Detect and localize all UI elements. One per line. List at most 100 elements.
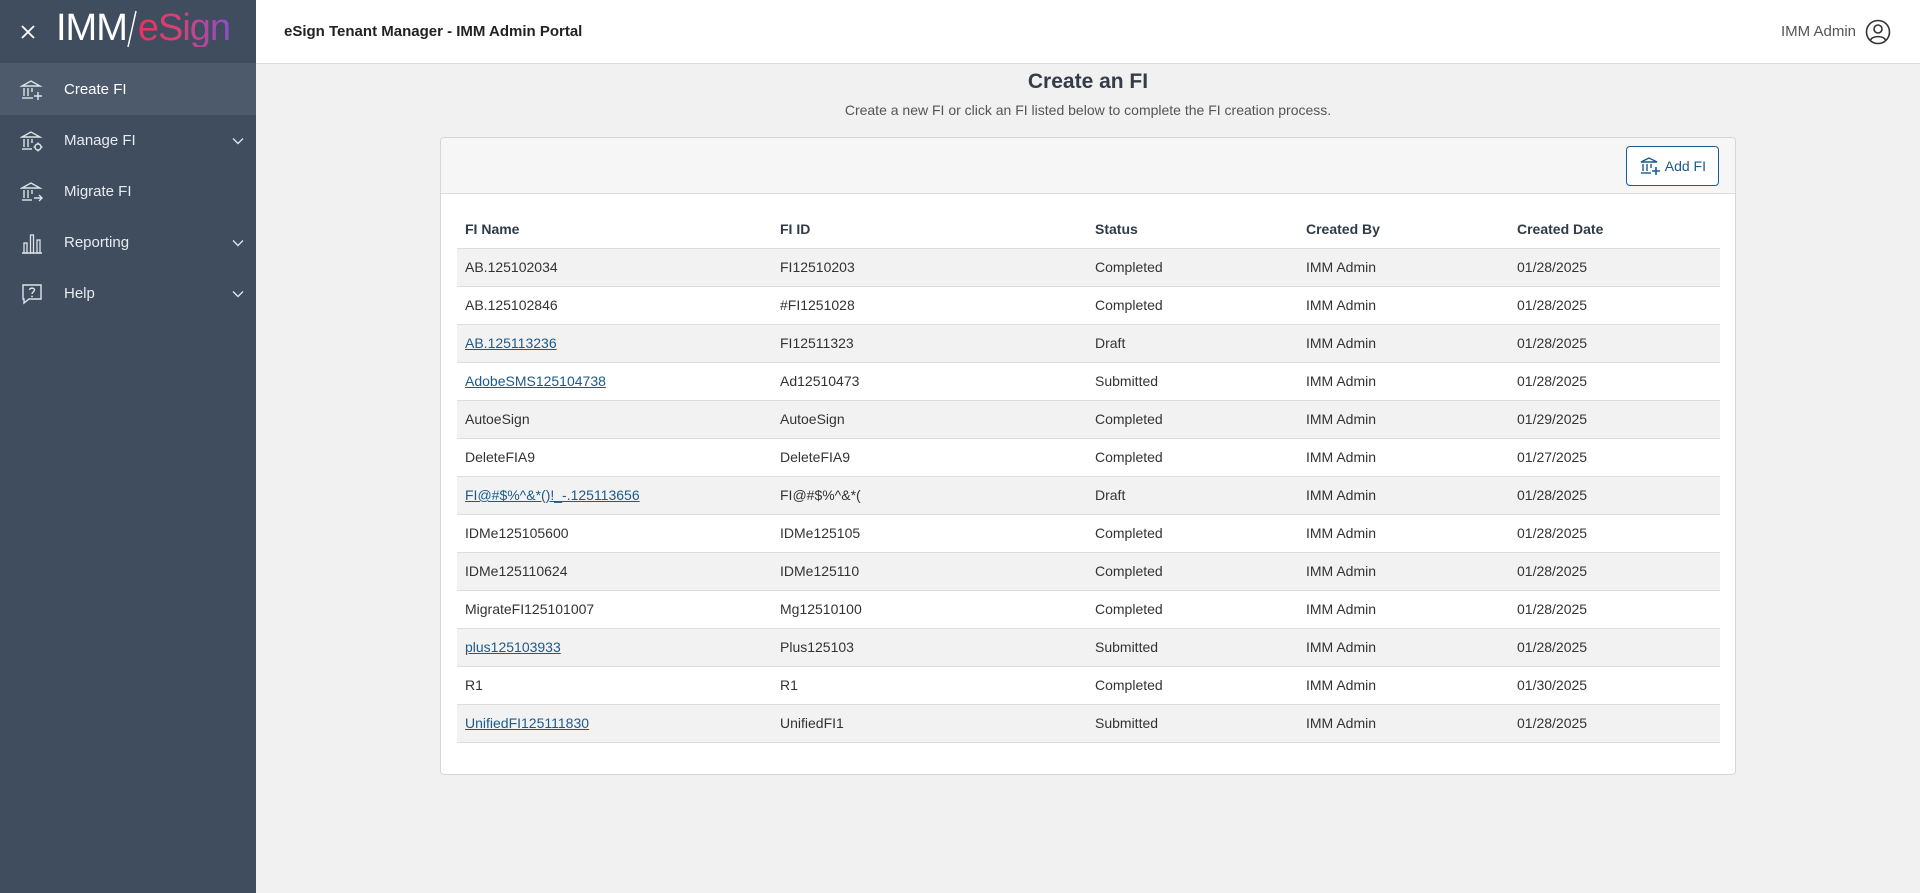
- portal-title: eSign Tenant Manager - IMM Admin Portal: [284, 23, 583, 40]
- user-name: IMM Admin: [1780, 23, 1856, 40]
- sidebar-item-label: Create FI: [64, 81, 127, 98]
- cell-status: Draft: [1087, 476, 1298, 515]
- table-row: IDMe125110624 IDMe125110 Completed IMM Admi…: [457, 552, 1720, 591]
- fi-name-link[interactable]: UnifiedFI125111830: [465, 715, 589, 731]
- table-row[interactable]: UnifiedFI125111830 UnifiedFI1 Submitted IMM…: [457, 704, 1720, 743]
- sidebar-item-label: Help: [64, 285, 95, 302]
- table-row: MigrateFI125101007 Mg12510100 Completed IMM…: [457, 590, 1720, 629]
- fi-name-link[interactable]: AB.125113236: [465, 335, 557, 351]
- page-title: Create an FI: [1027, 70, 1149, 93]
- fi-table: FI Name FI ID Status Created By Created …: [457, 210, 1720, 743]
- bank-arrow-icon: [20, 180, 44, 204]
- cell-fi-id: Ad12510473: [772, 362, 1087, 401]
- close-menu-button[interactable]: [0, 0, 56, 64]
- cell-created-by: IMM Admin: [1298, 704, 1509, 743]
- logo-esign-text: eSign: [137, 6, 231, 49]
- add-fi-label: Add FI: [1664, 157, 1706, 174]
- cell-fi-name: plus125103933: [457, 628, 772, 667]
- column-header-created-date[interactable]: Created Date: [1509, 210, 1720, 249]
- fi-list-card: Add FI FI Name FI ID Status Created By C…: [440, 137, 1736, 775]
- cell-created-by: IMM Admin: [1298, 248, 1509, 287]
- cell-created-by: IMM Admin: [1298, 628, 1509, 667]
- cell-fi-name: AB.125113236: [457, 324, 772, 363]
- cell-fi-name: UnifiedFI125111830: [457, 704, 772, 743]
- bar-chart-icon: [20, 231, 44, 255]
- cell-created-by: IMM Admin: [1298, 590, 1509, 629]
- cell-status: Draft: [1087, 324, 1298, 363]
- bank-plus-icon: [20, 78, 44, 102]
- cell-fi-id: UnifiedFI1: [772, 704, 1087, 743]
- cell-created-date: 01/28/2025: [1509, 324, 1720, 363]
- sidebar-item-label: Reporting: [64, 234, 130, 251]
- cell-fi-id: #FI1251028: [772, 286, 1087, 325]
- logo-slash: [127, 10, 137, 47]
- fi-name-link[interactable]: FI@#$%^&*()!_-.125113656: [465, 487, 640, 503]
- table-row[interactable]: AB.125113236 FI12511323 Draft IMM Admin 01/2…: [457, 324, 1720, 363]
- cell-status: Submitted: [1087, 704, 1298, 743]
- page-heading: Create an FI Create a new FI or click an…: [256, 70, 1920, 118]
- user-menu[interactable]: IMM Admin: [1781, 18, 1892, 46]
- cell-fi-name: MigrateFI125101007: [457, 590, 772, 629]
- sidebar-header: IMM eSign: [0, 0, 256, 64]
- cell-fi-id: IDMe125105: [772, 514, 1087, 553]
- sidebar-item-migrate-fi[interactable]: Migrate FI: [0, 166, 256, 217]
- chevron-down-icon: [220, 290, 256, 298]
- sidebar-item-label: Manage FI: [64, 132, 136, 149]
- add-fi-button[interactable]: Add FI: [1625, 145, 1719, 186]
- cell-status: Completed: [1087, 590, 1298, 629]
- cell-created-date: 01/28/2025: [1509, 628, 1720, 667]
- cell-created-by: IMM Admin: [1298, 552, 1509, 591]
- sidebar-item-manage-fi[interactable]: Manage FI: [0, 115, 256, 166]
- cell-status: Completed: [1087, 400, 1298, 439]
- column-header-status[interactable]: Status: [1087, 210, 1298, 249]
- cell-fi-name: IDMe125105600: [457, 514, 772, 553]
- cell-fi-name: AB.125102846: [457, 286, 772, 325]
- cell-status: Completed: [1087, 438, 1298, 477]
- sidebar-item-help[interactable]: Help: [0, 268, 256, 319]
- cell-fi-id: Plus125103: [772, 628, 1087, 667]
- imm-esign-logo: IMM eSign: [56, 6, 231, 49]
- table-row[interactable]: AdobeSMS125104738 Ad12510473 Submitted IMM …: [457, 362, 1720, 401]
- table-row: IDMe125105600 IDMe125105 Completed IMM Admi…: [457, 514, 1720, 553]
- cell-fi-id: R1: [772, 666, 1087, 705]
- chevron-down-icon: [220, 137, 256, 145]
- cell-status: Submitted: [1087, 362, 1298, 401]
- cell-fi-id: FI12510203: [772, 248, 1087, 287]
- cell-created-date: 01/30/2025: [1509, 666, 1720, 705]
- logo-imm-text: IMM: [56, 6, 128, 49]
- cell-status: Completed: [1087, 552, 1298, 591]
- cell-created-by: IMM Admin: [1298, 438, 1509, 477]
- table-body: AB.125102034 FI12510203 Completed IMM Admin…: [457, 248, 1720, 743]
- column-header-created-by[interactable]: Created By: [1298, 210, 1509, 249]
- cell-created-date: 01/28/2025: [1509, 286, 1720, 325]
- cell-created-date: 01/28/2025: [1509, 552, 1720, 591]
- cell-created-by: IMM Admin: [1298, 324, 1509, 363]
- table-row[interactable]: plus125103933 Plus125103 Submitted IMM Admi…: [457, 628, 1720, 667]
- column-header-fi-id[interactable]: FI ID: [772, 210, 1087, 249]
- cell-fi-id: AutoeSign: [772, 400, 1087, 439]
- cell-created-date: 01/29/2025: [1509, 400, 1720, 439]
- cell-created-by: IMM Admin: [1298, 666, 1509, 705]
- page-subtitle: Create a new FI or click an FI listed be…: [844, 102, 1332, 118]
- sidebar-item-create-fi[interactable]: Create FI: [0, 64, 256, 115]
- close-icon: [21, 24, 35, 39]
- column-header-fi-name[interactable]: FI Name: [457, 210, 772, 249]
- table-header-row: FI Name FI ID Status Created By Created …: [457, 210, 1720, 249]
- cell-fi-id: Mg12510100: [772, 590, 1087, 629]
- cell-fi-name: R1: [457, 666, 772, 705]
- table-row: R1 R1 Completed IMM Admin 01/30/2025: [457, 666, 1720, 705]
- cell-fi-id: FI12511323: [772, 324, 1087, 363]
- sidebar-nav: Create FI Manage FI Migrate FI Reporting Hel…: [0, 64, 256, 319]
- cell-status: Completed: [1087, 514, 1298, 553]
- cell-status: Submitted: [1087, 628, 1298, 667]
- fi-name-link[interactable]: plus125103933: [465, 639, 561, 655]
- fi-name-link[interactable]: AdobeSMS125104738: [465, 373, 606, 389]
- cell-fi-name: AdobeSMS125104738: [457, 362, 772, 401]
- table-row: AB.125102034 FI12510203 Completed IMM Admin…: [457, 248, 1720, 287]
- cell-fi-id: FI@#$%^&*(: [772, 476, 1087, 515]
- table-row: AutoeSign AutoeSign Completed IMM Admin 01/2…: [457, 400, 1720, 439]
- sidebar: IMM eSign Create FI Manage FI Migrate FI Re…: [0, 0, 256, 893]
- sidebar-item-reporting[interactable]: Reporting: [0, 217, 256, 268]
- table-row[interactable]: FI@#$%^&*()!_-.125113656 FI@#$%^&*(Draft I…: [457, 476, 1720, 515]
- cell-created-by: IMM Admin: [1298, 476, 1509, 515]
